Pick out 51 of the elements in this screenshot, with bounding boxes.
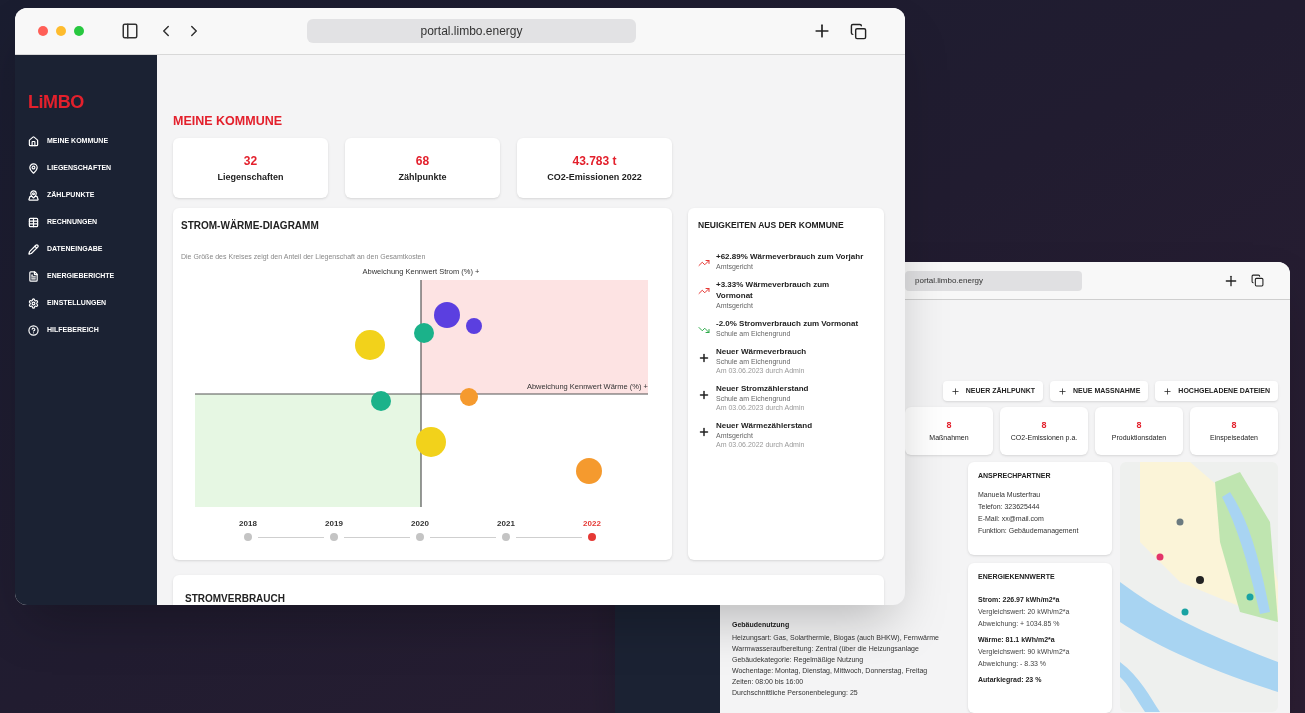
timeline-year[interactable]: 2022 — [549, 519, 635, 529]
plus-icon — [950, 386, 960, 396]
pencil-icon — [28, 243, 39, 255]
section-title: STROMVERBRAUCH — [185, 593, 285, 604]
bubble[interactable] — [434, 302, 460, 328]
news-item-title: Neuer Wärmezählerstand — [716, 420, 814, 431]
timeline-year[interactable]: 2018 — [205, 519, 291, 529]
plus-icon — [698, 426, 710, 438]
stat-value: 8 — [1136, 420, 1142, 430]
stat-value: 8 — [1231, 420, 1237, 430]
news-item-title: -2.0% Stromverbrauch zum Vormonat — [716, 318, 860, 329]
news-item-title: Neuer Stromzählerstand — [716, 383, 810, 394]
address-bar[interactable]: portal.limbo.energy — [307, 19, 636, 43]
page-title: MEINE KOMMUNE — [173, 113, 284, 129]
address-bar[interactable]: portal.limbo.energy — [905, 270, 1082, 291]
plus-icon — [1163, 386, 1173, 396]
chart-title: STROM-WÄRME-DIAGRAMM — [180, 220, 320, 232]
tabs-icon[interactable] — [1251, 274, 1264, 287]
tabs-icon[interactable] — [850, 22, 867, 40]
plus-icon — [1058, 386, 1068, 396]
stat-label: CO2-Emissionen 2022 — [547, 171, 642, 183]
timeline-year[interactable]: 2020 — [377, 519, 463, 529]
news-item-title: +62.89% Wärmeverbrauch zum Vorjahr — [716, 251, 865, 262]
plus-icon — [698, 389, 710, 401]
table-icon — [28, 216, 39, 228]
bubble[interactable] — [414, 323, 434, 343]
news-title: NEUIGKEITEN AUS DER KOMMUNE — [698, 220, 845, 231]
document-icon — [28, 270, 39, 282]
stat-value: 8 — [946, 420, 952, 430]
plus-icon — [698, 352, 710, 364]
settings-icon — [28, 297, 39, 309]
timeline-year[interactable]: 2019 — [291, 519, 377, 529]
news-item-title: Neuer Wärmeverbrauch — [716, 346, 808, 357]
bubble[interactable] — [371, 391, 391, 411]
trend-up-icon — [698, 257, 710, 269]
news-item-title: +3.33% Wärmeverbrauch zum Vormonat — [716, 279, 831, 301]
sidebar-toggle-icon[interactable] — [121, 22, 139, 40]
help-icon — [28, 324, 39, 336]
stat-label: Liegenschaften — [217, 171, 284, 183]
map-pin-icon — [28, 162, 39, 174]
stat-label: Zählpunkte — [398, 171, 447, 183]
stat-value: 68 — [415, 153, 430, 168]
stat-value: 32 — [243, 153, 258, 168]
stat-value: 8 — [1041, 420, 1047, 430]
trend-up-icon — [698, 285, 710, 297]
stat-value: 43.783 t — [572, 153, 617, 168]
trend-down-icon — [698, 324, 710, 336]
bubble[interactable] — [466, 318, 482, 334]
logo: LiMBO — [28, 92, 85, 112]
home-icon — [28, 135, 39, 147]
timeline-year[interactable]: 2021 — [463, 519, 549, 529]
